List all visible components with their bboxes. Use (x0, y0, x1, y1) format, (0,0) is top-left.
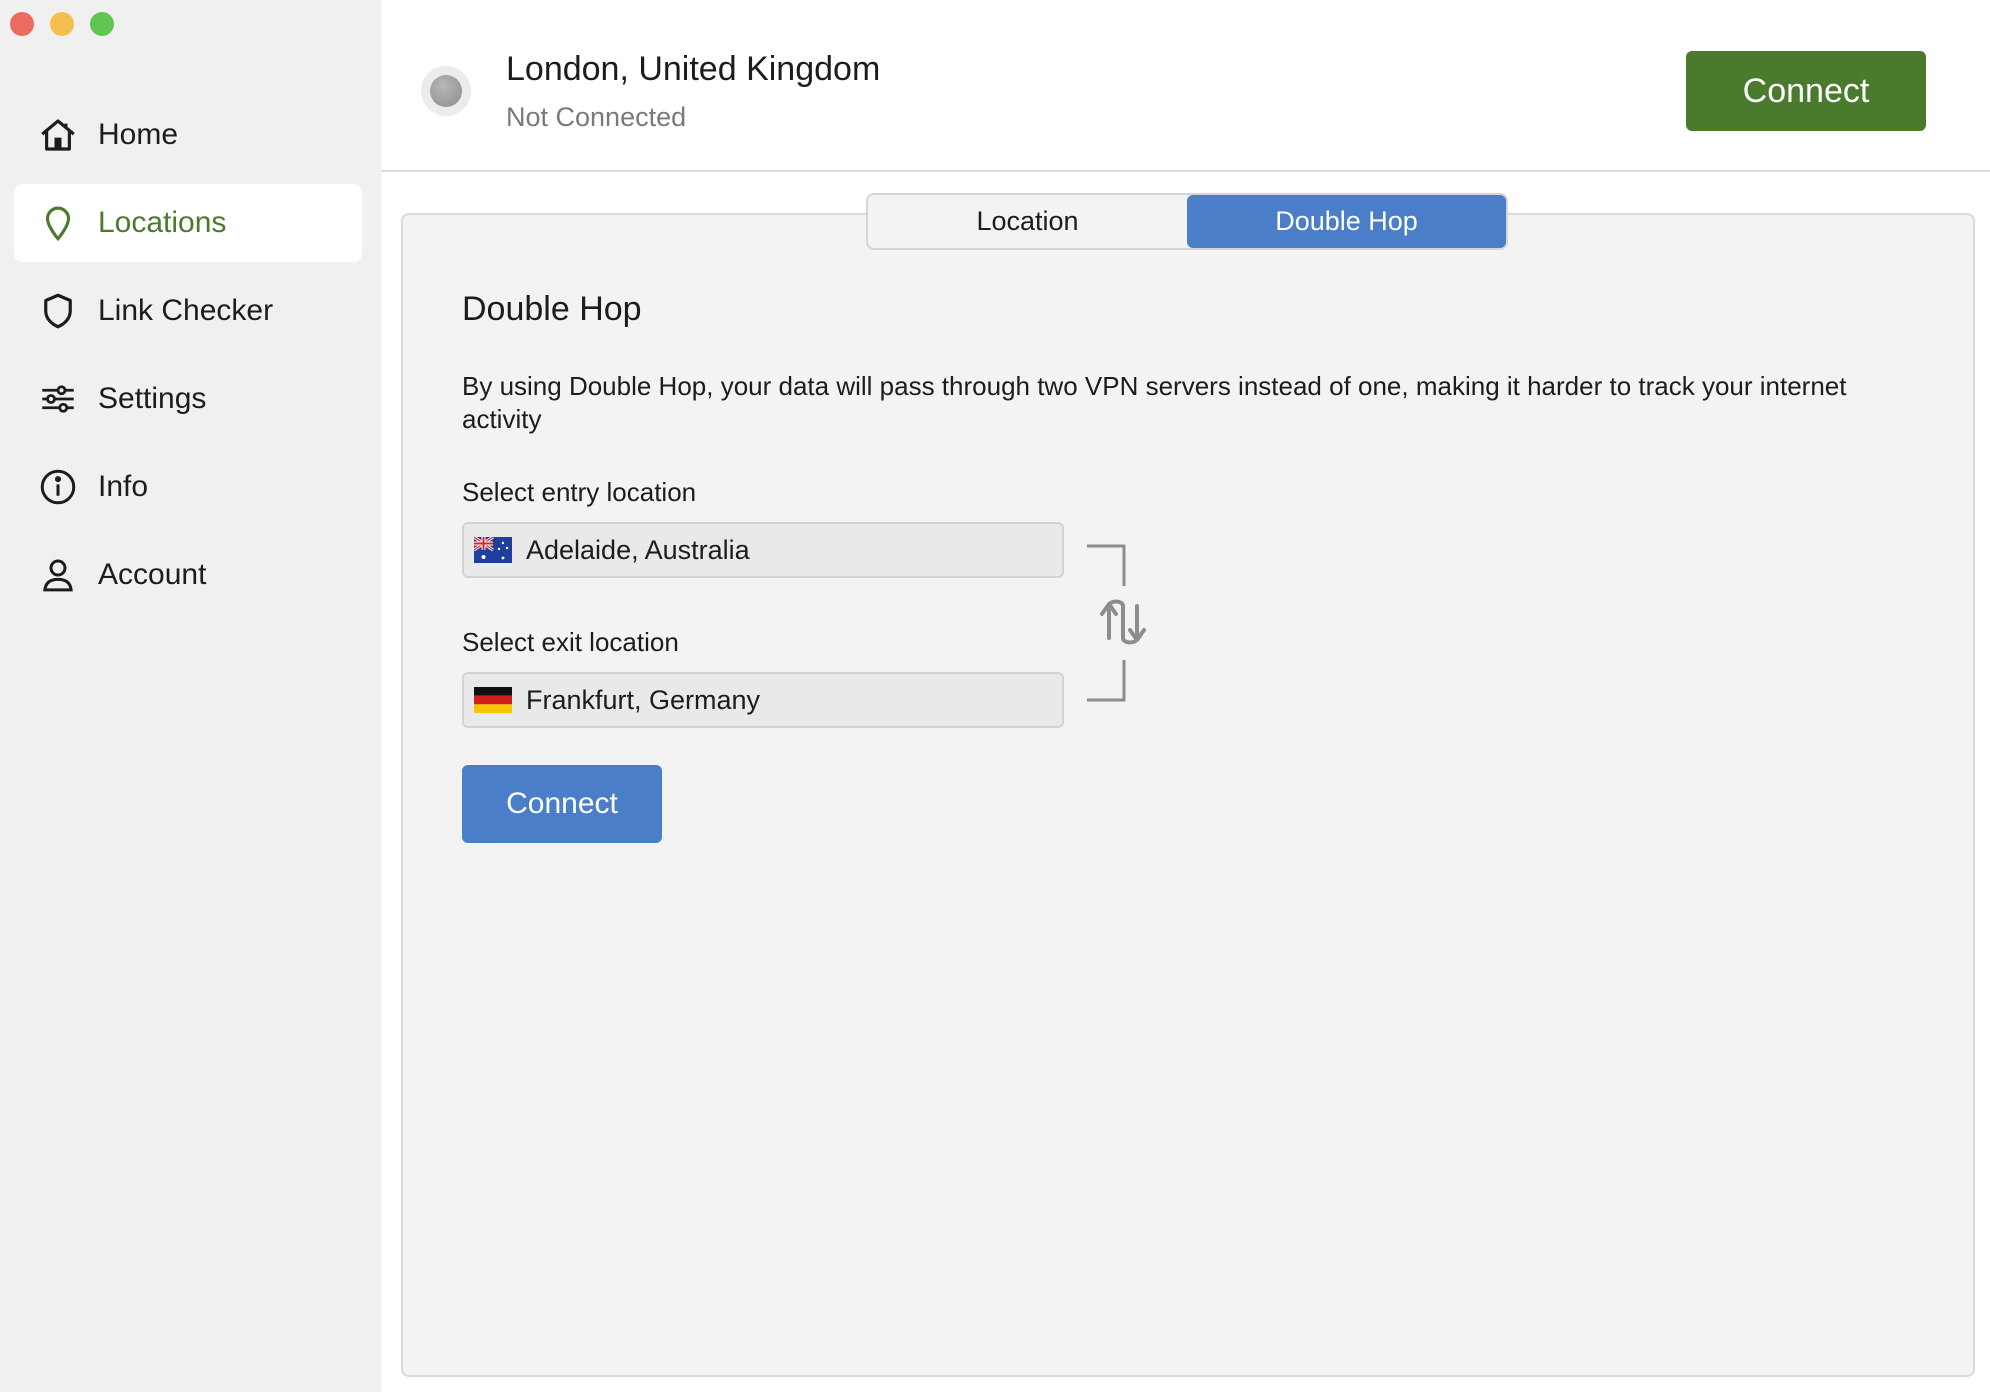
window-zoom-button[interactable] (90, 12, 114, 36)
section-title: Double Hop (462, 290, 642, 328)
sidebar-item-home[interactable]: Home (14, 96, 362, 174)
exit-location-select[interactable]: Frankfurt, Germany (462, 672, 1064, 728)
sidebar-item-label: Home (98, 118, 179, 151)
connection-status-indicator (421, 66, 471, 116)
entry-location-label: Select entry location (462, 477, 697, 507)
connection-status-text: Not Connected (506, 102, 687, 132)
exit-location-label: Select exit location (462, 627, 679, 657)
entry-location-value: Adelaide, Australia (526, 534, 750, 565)
sidebar-item-settings[interactable]: Settings (14, 360, 362, 438)
sidebar-item-link-checker[interactable]: Link Checker (14, 272, 362, 350)
shield-icon (36, 289, 80, 333)
window-close-button[interactable] (10, 12, 34, 36)
info-icon (36, 465, 80, 509)
connection-header: London, United Kingdom Not Connected Con… (381, 0, 1990, 172)
tab-location[interactable]: Location (868, 195, 1187, 248)
sidebar-item-label: Account (98, 558, 207, 591)
location-mode-tabs: Location Double Hop (866, 193, 1508, 250)
header-connect-button[interactable]: Connect (1686, 51, 1926, 131)
sidebar-nav: Home Locations Link Checker Settings Inf… (14, 96, 362, 624)
germany-flag-icon (474, 687, 512, 713)
entry-location-select[interactable]: Adelaide, Australia (462, 522, 1064, 578)
sidebar-item-info[interactable]: Info (14, 448, 362, 526)
swap-arrows-icon[interactable] (1086, 544, 1156, 702)
double-hop-connect-button[interactable]: Connect (462, 765, 662, 843)
australia-flag-icon (474, 537, 512, 563)
sliders-icon (36, 377, 80, 421)
sidebar-item-label: Settings (98, 382, 207, 415)
sidebar-item-label: Locations (98, 206, 227, 239)
sidebar-item-locations[interactable]: Locations (14, 184, 362, 262)
current-location: London, United Kingdom (506, 50, 881, 88)
sidebar-item-label: Link Checker (98, 294, 274, 327)
person-icon (36, 553, 80, 597)
tab-double-hop[interactable]: Double Hop (1187, 195, 1506, 248)
sidebar-item-account[interactable]: Account (14, 536, 362, 614)
home-icon (36, 113, 80, 157)
sidebar-item-label: Info (98, 470, 149, 503)
exit-location-value: Frankfurt, Germany (526, 684, 761, 715)
double-hop-description: By using Double Hop, your data will pass… (462, 371, 1847, 434)
sidebar: Home Locations Link Checker Settings Inf… (0, 0, 381, 1392)
window-minimize-button[interactable] (50, 12, 74, 36)
location-pin-icon (36, 201, 80, 245)
